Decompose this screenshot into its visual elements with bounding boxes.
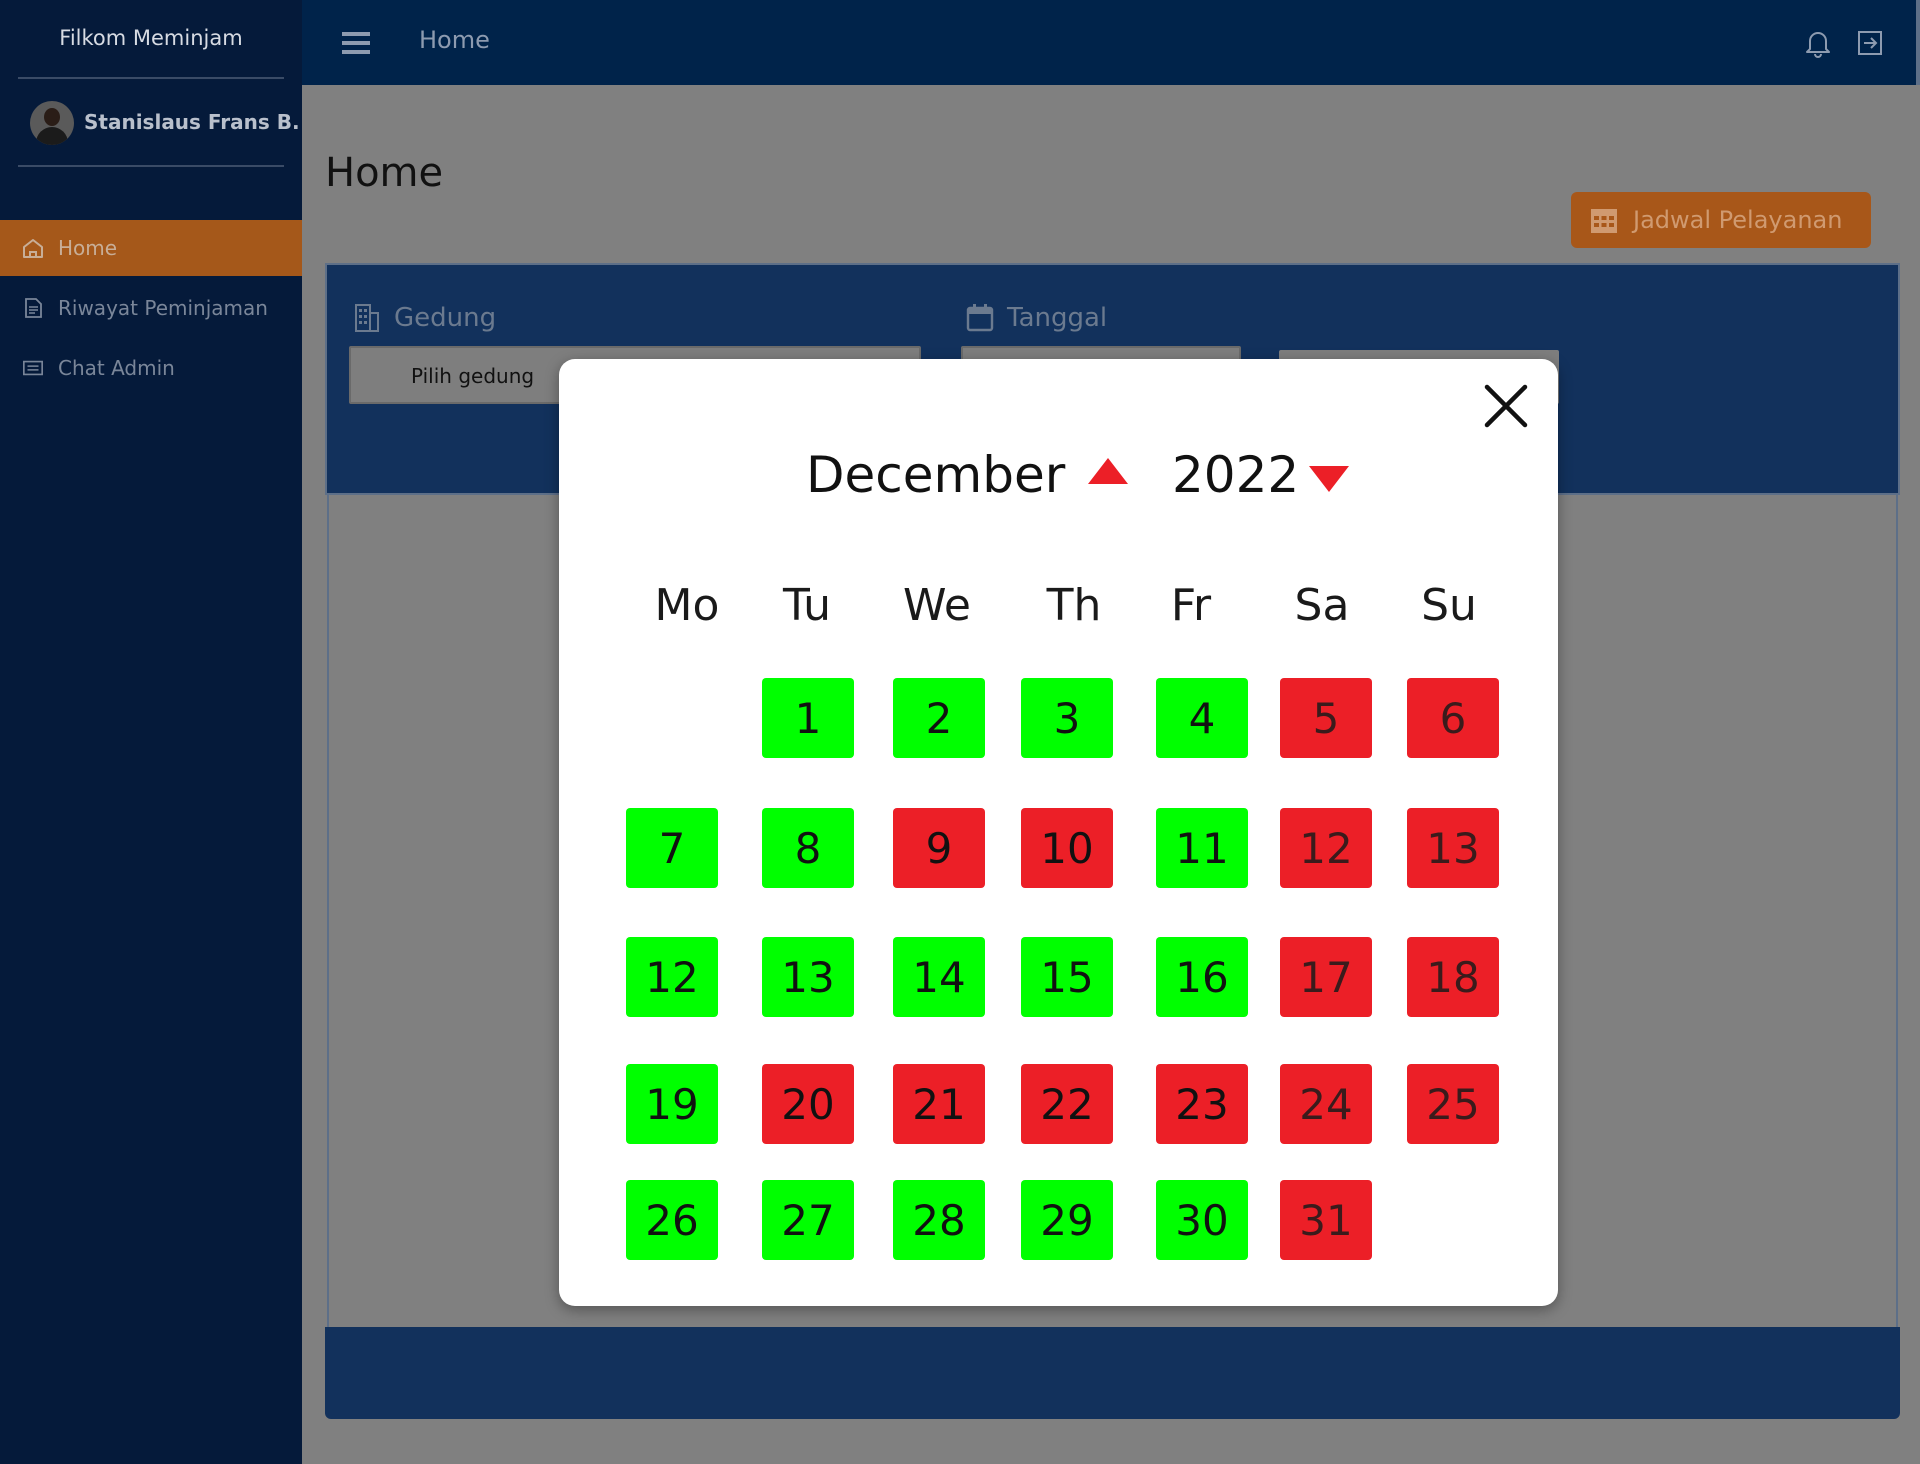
sidebar-item-label: Chat Admin <box>58 356 175 380</box>
calendar-grid-icon <box>1589 205 1619 235</box>
chat-icon <box>22 357 44 379</box>
calendar-day[interactable]: 1 <box>762 678 854 758</box>
year-label: 2022 <box>1172 446 1300 504</box>
calendar-day[interactable]: 10 <box>1021 808 1113 888</box>
weekday-header: Tu <box>782 580 832 631</box>
calendar-day[interactable]: 26 <box>626 1180 718 1260</box>
calendar-day[interactable]: 13 <box>1407 808 1499 888</box>
calendar-day[interactable]: 11 <box>1156 808 1248 888</box>
sidebar-item-chat[interactable]: Chat Admin <box>0 340 302 396</box>
sidebar-item-label: Home <box>58 236 118 260</box>
calendar-day[interactable]: 21 <box>893 1064 985 1144</box>
calendar-day[interactable]: 17 <box>1280 937 1372 1017</box>
document-icon <box>22 297 44 319</box>
calendar-day[interactable]: 20 <box>762 1064 854 1144</box>
weekday-header: Mo <box>654 580 720 631</box>
calendar-day[interactable]: 5 <box>1280 678 1372 758</box>
triangle-up-icon[interactable] <box>1088 458 1128 484</box>
calendar-day[interactable]: 3 <box>1021 678 1113 758</box>
calendar-day[interactable]: 29 <box>1021 1180 1113 1260</box>
month-label: December <box>806 446 1066 504</box>
building-label-text: Gedung <box>394 303 497 333</box>
calendar-day[interactable]: 22 <box>1021 1064 1113 1144</box>
calendar-day[interactable]: 14 <box>893 937 985 1017</box>
calendar-day[interactable]: 15 <box>1021 937 1113 1017</box>
calendar-day[interactable]: 9 <box>893 808 985 888</box>
calendar-day[interactable]: 25 <box>1407 1064 1499 1144</box>
weekday-header: We <box>903 580 971 631</box>
home-icon <box>22 237 44 259</box>
date-label: Tanggal <box>965 303 1107 333</box>
weekday-header: Th <box>1046 580 1102 631</box>
logout-icon[interactable] <box>1856 29 1884 57</box>
calendar-day[interactable]: 28 <box>893 1180 985 1260</box>
weekday-header: Fr <box>1170 580 1212 631</box>
calendar-day[interactable]: 24 <box>1280 1064 1372 1144</box>
app-brand: Filkom Meminjam <box>59 26 243 50</box>
calendar-day[interactable]: 8 <box>762 808 854 888</box>
building-label: Gedung <box>352 303 496 333</box>
page-title: Home <box>325 150 444 196</box>
calendar-day[interactable]: 12 <box>1280 808 1372 888</box>
calendar-day[interactable]: 7 <box>626 808 718 888</box>
date-label-text: Tanggal <box>1007 303 1108 333</box>
calendar-day[interactable]: 13 <box>762 937 854 1017</box>
calendar-icon <box>965 303 995 333</box>
calendar-day[interactable]: 18 <box>1407 937 1499 1017</box>
calendar-day[interactable]: 31 <box>1280 1180 1372 1260</box>
calendar-day[interactable]: 23 <box>1156 1064 1248 1144</box>
user-name[interactable]: Stanislaus Frans B. <box>84 110 300 134</box>
calendar-day[interactable]: 2 <box>893 678 985 758</box>
sidebar-divider <box>18 77 284 79</box>
sidebar-divider <box>18 165 284 167</box>
triangle-down-icon[interactable] <box>1309 466 1349 492</box>
schedule-button[interactable]: Jadwal Pelayanan <box>1571 192 1871 248</box>
avatar[interactable] <box>30 101 74 145</box>
calendar-day[interactable]: 12 <box>626 937 718 1017</box>
schedule-button-label: Jadwal Pelayanan <box>1633 206 1843 234</box>
sidebar-item-riwayat[interactable]: Riwayat Peminjaman <box>0 280 302 336</box>
weekday-header: Su <box>1421 580 1477 631</box>
weekday-header: Sa <box>1294 580 1350 631</box>
calendar-day[interactable]: 4 <box>1156 678 1248 758</box>
building-icon <box>352 303 382 333</box>
sidebar-item-label: Riwayat Peminjaman <box>58 296 268 320</box>
calendar-day[interactable]: 6 <box>1407 678 1499 758</box>
calendar-day[interactable]: 16 <box>1156 937 1248 1017</box>
calendar-day[interactable]: 27 <box>762 1180 854 1260</box>
sidebar-item-home[interactable]: Home <box>0 220 302 276</box>
topbar-title: Home <box>419 26 490 54</box>
bell-icon[interactable] <box>1804 28 1832 58</box>
footer-panel <box>325 1327 1900 1419</box>
top-bar <box>302 0 1920 85</box>
menu-icon[interactable] <box>342 32 370 54</box>
close-icon[interactable] <box>1483 383 1529 429</box>
sidebar: Filkom Meminjam Stanislaus Frans B. Home… <box>0 0 302 1464</box>
calendar-day[interactable]: 19 <box>626 1064 718 1144</box>
calendar-day[interactable]: 30 <box>1156 1180 1248 1260</box>
